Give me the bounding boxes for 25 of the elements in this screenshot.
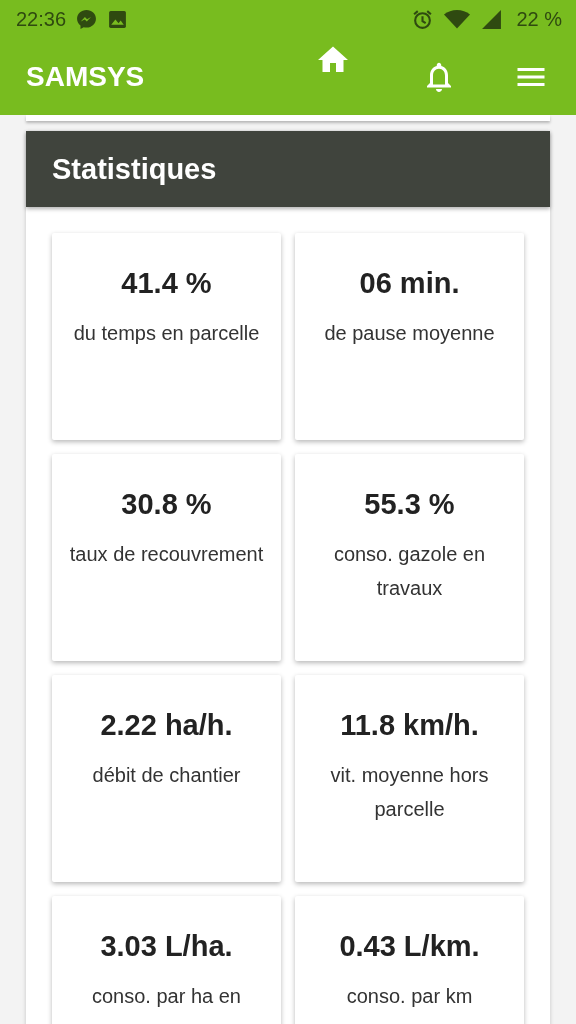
stat-value: 06 min.: [359, 267, 460, 300]
stat-label: débit de chantier: [92, 763, 241, 788]
stat-value: 30.8 %: [121, 488, 212, 521]
stat-value: 41.4 %: [121, 267, 212, 300]
stat-label: conso. par ha en: [92, 984, 241, 1009]
stat-label: de pause moyenne: [324, 321, 495, 346]
alarm-icon: [412, 8, 434, 30]
app-title: SAMSYS: [26, 60, 146, 93]
panel-title: Statistiques: [26, 131, 550, 207]
image-icon: [107, 8, 129, 30]
stat-label: conso. par km: [346, 984, 473, 1009]
chat-bubble-icon: [76, 8, 98, 30]
signal-icon: [481, 8, 503, 30]
stat-value: 11.8 km/h.: [340, 709, 479, 742]
status-time: 22:36: [16, 7, 67, 31]
stat-value: 55.3 %: [364, 488, 455, 521]
wifi-icon: [443, 8, 472, 30]
stat-label: conso. gazole en travaux: [332, 542, 487, 601]
battery-percent: 22 %: [516, 7, 562, 31]
stat-value: 2.22 ha/h.: [100, 709, 233, 742]
stat-label: vit. moyenne hors parcelle: [329, 763, 490, 822]
stat-label: du temps en parcelle: [73, 321, 260, 346]
stat-value: 0.43 L/km.: [339, 930, 480, 963]
stat-label: taux de recouvrement: [69, 542, 264, 567]
stat-value: 3.03 L/ha.: [100, 930, 233, 963]
